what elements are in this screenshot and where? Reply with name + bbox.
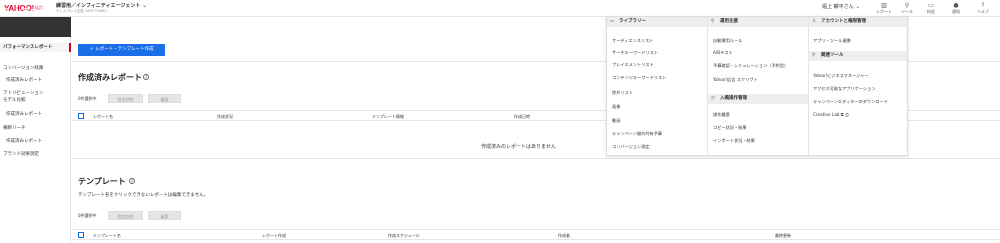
menu-item-shared-budget[interactable]: キャンペーン間の共有予算 xyxy=(612,131,662,137)
selected-count: 0件選択中 xyxy=(78,96,97,101)
nav-report-label: レポート xyxy=(876,9,892,14)
nav-tools-label: ツール xyxy=(901,9,913,14)
col-template-name[interactable]: テンプレート名 xyxy=(93,233,121,239)
tool-icon: ⚲ xyxy=(812,53,816,58)
yen-icon: ▭ xyxy=(928,2,934,9)
sidebar-item-performance-report[interactable]: パフォーマンスレポート xyxy=(0,43,71,52)
menu-item-content-keyword-list[interactable]: コンテンツキーワードリスト xyxy=(612,75,666,81)
sidebar-item-conversion-path[interactable]: コンバージョン経路 xyxy=(0,65,71,71)
sidebar-item-brand-lift[interactable]: ブランド効果測定 xyxy=(0,151,71,157)
chevron-down-icon[interactable]: ⌄ xyxy=(142,2,147,9)
sidebar-item-attribution-reports[interactable]: 作成済みレポート xyxy=(0,111,71,117)
menu-item-budget-simulation[interactable]: 予算確認・シミュレーション（予約型） xyxy=(713,63,788,69)
menu-item-auto-rules[interactable]: 自動運用ルール xyxy=(713,38,742,44)
tools-dropdown-menu: ▭ ライブラリー オーディエンスリスト サーチキーワードリスト プレイスメントリ… xyxy=(606,16,908,156)
sidebar-header xyxy=(0,17,71,37)
help-icon: ? xyxy=(981,2,985,9)
menu-item-copy-status[interactable]: コピー状況・結果 xyxy=(713,125,747,131)
nav-notifications[interactable]: ● 通知 xyxy=(945,2,967,15)
col-created-at[interactable]: 作成日時 xyxy=(514,114,530,120)
menu-item-placement-list[interactable]: プレイスメントリスト xyxy=(612,62,654,68)
library-heading: ▭ ライブラリー xyxy=(607,17,707,27)
account-id: ディスプレイ広告 1001774851 xyxy=(56,9,108,13)
user-name: 堀上 麟平さん xyxy=(822,4,854,10)
help-circle-icon[interactable]: ? xyxy=(129,178,135,185)
select-all-checkbox[interactable] xyxy=(78,113,84,119)
created-reports-title: 作成済みレポート xyxy=(78,73,142,82)
creative-lab-label: Creative Lab xyxy=(813,112,840,117)
clock-icon: ◷ xyxy=(711,96,715,101)
col-template-info[interactable]: テンプレート情報 xyxy=(372,114,404,120)
wrench-icon: ⚲ xyxy=(904,2,910,9)
menu-item-app-integration[interactable]: アプリ・ツール連携 xyxy=(813,38,851,44)
sidebar-item-conversion-reports[interactable]: 作成済みレポート xyxy=(0,77,71,83)
nav-help-label: ヘルプ xyxy=(977,9,989,14)
folder-icon: ▭ xyxy=(610,19,615,24)
col-author[interactable]: 作成者 xyxy=(558,233,570,239)
nav-billing[interactable]: ▭ 料金 xyxy=(920,2,942,15)
col-schedule[interactable]: 作成スケジュール xyxy=(388,233,420,239)
external-link-icon: ⧉ xyxy=(840,112,844,117)
column-divider xyxy=(808,17,809,155)
help-circle-icon[interactable]: ⓘ xyxy=(845,112,849,117)
templates-table-header xyxy=(72,229,1000,240)
menu-item-conversion-tracking[interactable]: コンバージョン測定 xyxy=(612,144,650,150)
selected-count: 0件選択中 xyxy=(78,213,97,218)
upload-management-heading: ◷ 入稿操作管理 xyxy=(708,94,808,104)
select-all-checkbox[interactable] xyxy=(78,232,84,238)
sidebar-item-cross-reach[interactable]: 横断リーチ xyxy=(0,125,71,131)
menu-item-search-keyword-list[interactable]: サーチキーワードリスト xyxy=(612,50,658,56)
person-icon: ♙ xyxy=(812,19,817,24)
bar-chart-icon: ▥ xyxy=(881,2,887,9)
nav-tools[interactable]: ⚲ ツール xyxy=(896,2,918,15)
nav-help[interactable]: ? ヘルプ xyxy=(972,2,994,15)
duplicate-button[interactable]: 複製 xyxy=(148,94,181,103)
menu-item-ab-test[interactable]: A/Bテスト xyxy=(713,50,733,56)
menu-item-operation-history[interactable]: 操作履歴 xyxy=(713,112,730,118)
menu-item-business-manager[interactable]: Yahoo!ビジネスマネージャー xyxy=(813,73,868,79)
menu-item-images[interactable]: 画像 xyxy=(612,104,620,110)
menu-item-creative-lab[interactable]: Creative Lab ⧉ ⓘ xyxy=(813,112,849,117)
account-permissions-heading: ♙ アカウントと権限管理 xyxy=(809,17,907,27)
sidebar-item-model-compare[interactable]: モデル比較 xyxy=(0,97,71,103)
ops-support-heading: ⚲ 運用支援 xyxy=(708,17,808,27)
delete-settings-button[interactable]: 設定削除 xyxy=(108,94,143,103)
create-report-button[interactable]: ＋ レポート・テンプレート作成 xyxy=(78,44,165,56)
col-last-updated[interactable]: 最終更新 xyxy=(775,233,791,239)
user-menu[interactable]: 堀上 麟平さん ⌄ xyxy=(822,3,860,10)
sidebar-title: レポート xyxy=(14,6,46,15)
back-arrow-icon[interactable]: ‹ xyxy=(4,3,8,16)
chevron-down-icon: ⌄ xyxy=(855,3,861,10)
divider xyxy=(72,158,1000,159)
col-report-name[interactable]: レポート名 xyxy=(93,114,113,120)
help-circle-icon[interactable]: ? xyxy=(143,74,149,81)
related-tools-heading: ⚲ 関連ツール xyxy=(809,51,907,61)
wrench-icon: ⚲ xyxy=(711,19,715,24)
templates-note: テンプレート名をクリックできないレポートは編集できません。 xyxy=(78,193,209,198)
nav-notifications-label: 通知 xyxy=(952,9,960,14)
menu-item-exclusion-list[interactable]: 除外リスト xyxy=(612,90,633,96)
sidebar-item-attribution[interactable]: アトリビューション xyxy=(0,90,71,96)
menu-item-import-status[interactable]: インポート状況・結果 xyxy=(713,138,755,144)
menu-item-videos[interactable]: 動画 xyxy=(612,118,620,124)
column-divider xyxy=(707,17,708,155)
col-status[interactable]: 作成状況 xyxy=(217,114,233,120)
nav-report[interactable]: ▥ レポート xyxy=(873,2,895,15)
col-report-creation[interactable]: レポート作成 xyxy=(262,233,286,239)
nav-billing-label: 料金 xyxy=(927,9,935,14)
sidebar-item-reach-reports[interactable]: 作成済みレポート xyxy=(0,138,71,144)
account-name[interactable]: 練習用／インフィニティエージェント ⌄ xyxy=(56,2,147,9)
menu-item-audience-list[interactable]: オーディエンスリスト xyxy=(612,38,654,44)
duplicate-button[interactable]: 複製 xyxy=(148,211,181,220)
delete-settings-button[interactable]: 設定削除 xyxy=(108,211,143,220)
bell-icon: ● xyxy=(953,2,959,9)
menu-item-campaign-editor-download[interactable]: キャンペーンエディターのダウンロード xyxy=(813,99,888,105)
templates-title: テンプレート xyxy=(78,177,126,186)
menu-item-scripts[interactable]: Yahoo!広告 スクリプト xyxy=(713,77,758,83)
menu-item-accessible-apps[interactable]: アクセス可能なアプリケーション xyxy=(813,86,876,92)
empty-message: 作成済みのレポートはありません xyxy=(481,144,556,150)
